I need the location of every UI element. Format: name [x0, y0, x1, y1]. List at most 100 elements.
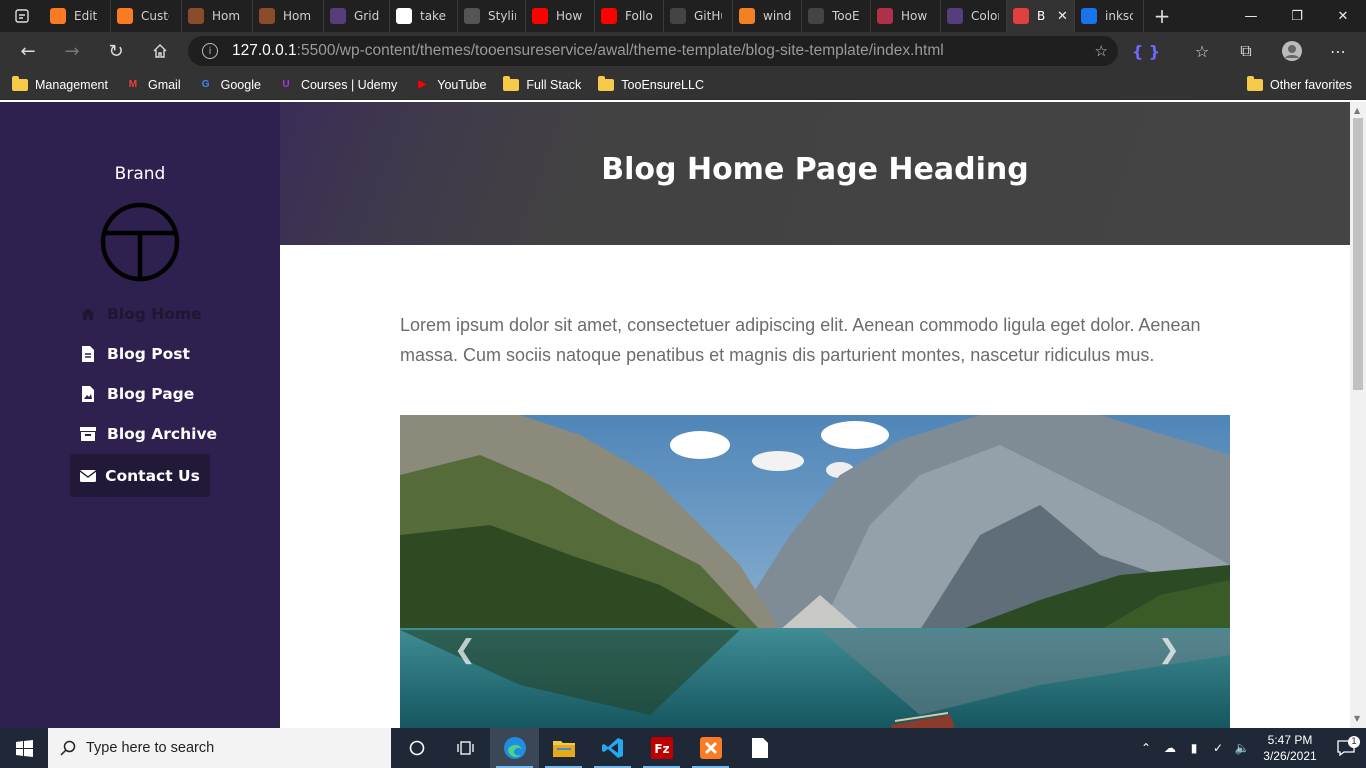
- battery-icon[interactable]: ▮: [1182, 741, 1206, 755]
- extension-icon[interactable]: { }: [1124, 32, 1168, 70]
- browser-tab[interactable]: Follo: [595, 0, 664, 32]
- tab-actions-menu-icon[interactable]: [0, 0, 44, 32]
- browser-tab[interactable]: Home: [182, 0, 253, 32]
- windows-logo-icon: [15, 739, 33, 757]
- forward-button[interactable]: →: [50, 32, 94, 70]
- onedrive-icon[interactable]: ☁: [1158, 741, 1182, 755]
- wifi-icon[interactable]: ✓: [1206, 741, 1230, 755]
- bookmarks-bar: Management M Gmail G Google U Courses | Udemy ▶…: [0, 70, 1366, 100]
- other-favorites-label: Other favorites: [1270, 77, 1352, 92]
- add-favorite-icon[interactable]: ☆: [1095, 42, 1108, 60]
- bookmark-item[interactable]: ▶ YouTube: [414, 77, 486, 93]
- youtube-icon: [532, 8, 548, 24]
- bookmark-item[interactable]: Management: [12, 75, 108, 93]
- back-button[interactable]: ←: [6, 32, 50, 70]
- sidebar-item-blog-post[interactable]: Blog Post: [80, 345, 190, 363]
- browser-tab[interactable]: GitHu: [664, 0, 733, 32]
- sidebar-item-label: Blog Archive: [107, 425, 218, 443]
- tab-label: Custo: [141, 9, 169, 23]
- favorites-icon[interactable]: ☆: [1180, 32, 1224, 70]
- start-button[interactable]: [0, 728, 48, 768]
- image-carousel[interactable]: ❮ ❯: [400, 415, 1230, 728]
- profile-avatar[interactable]: [1270, 32, 1314, 70]
- browser-tab[interactable]: windo: [733, 0, 802, 32]
- bookmark-item[interactable]: TooEnsureLLC: [598, 75, 704, 93]
- edge-taskbar-icon[interactable]: [490, 728, 539, 768]
- scrollbar-thumb[interactable]: [1353, 118, 1363, 390]
- more-menu-icon[interactable]: ⋯: [1316, 32, 1360, 70]
- browser-tab[interactable]: Colors: [941, 0, 1007, 32]
- bookmark-item[interactable]: U Courses | Udemy: [278, 77, 397, 93]
- brand-name[interactable]: Brand: [0, 164, 280, 184]
- browser-tab[interactable]: Grid s: [324, 0, 390, 32]
- bookmark-item[interactable]: M Gmail: [125, 77, 181, 93]
- browser-tab[interactable]: take s: [390, 0, 458, 32]
- collections-icon[interactable]: ⧉: [1224, 32, 1268, 70]
- other-favorites[interactable]: Other favorites: [1247, 75, 1352, 93]
- folder-icon: [1247, 75, 1264, 93]
- browser-tab[interactable]: How t: [871, 0, 941, 32]
- browser-tab[interactable]: TooEn: [802, 0, 871, 32]
- tab-label: Colors: [971, 9, 999, 23]
- scroll-down-icon[interactable]: ▼: [1354, 714, 1360, 723]
- refresh-button[interactable]: ↻: [94, 32, 138, 70]
- github-icon: [808, 8, 824, 24]
- taskbar-search[interactable]: Type here to search: [48, 728, 391, 768]
- browser-tab[interactable]: How t: [526, 0, 595, 32]
- address-url[interactable]: 127.0.0.1:5500/wp-content/themes/tooensu…: [232, 42, 944, 60]
- filezilla-icon[interactable]: Fz: [637, 728, 686, 768]
- site-info-icon[interactable]: i: [202, 43, 218, 59]
- tab-label: TooEn: [832, 9, 860, 23]
- cortana-icon[interactable]: [392, 728, 441, 768]
- notification-count-badge: 1: [1348, 736, 1360, 748]
- notification-center-icon[interactable]: 1: [1326, 736, 1366, 756]
- page-scrollbar[interactable]: ▲ ▼: [1350, 102, 1366, 728]
- sidebar-item-blog-page[interactable]: Blog Page: [80, 385, 194, 403]
- contact-us-button[interactable]: Contact Us: [70, 454, 210, 497]
- clock[interactable]: 5:47 PM 3/26/2021: [1254, 732, 1326, 764]
- browser-toolbar: ← → ↻ i 127.0.0.1:5500/wp-content/themes…: [0, 32, 1366, 70]
- carousel-landscape-image: [400, 415, 1230, 728]
- carousel-prev-icon[interactable]: ❮: [454, 635, 476, 665]
- browser-tab[interactable]: Edit P: [44, 0, 111, 32]
- notepad-icon[interactable]: [735, 728, 784, 768]
- tab-label: How t: [556, 9, 584, 23]
- scroll-up-icon[interactable]: ▲: [1354, 106, 1360, 115]
- home-button[interactable]: [138, 32, 182, 70]
- bootstrap-icon: [947, 8, 963, 24]
- bookmark-item[interactable]: G Google: [198, 77, 261, 93]
- xampp-taskbar-icon[interactable]: [686, 728, 735, 768]
- bookmark-item[interactable]: Full Stack: [503, 75, 581, 93]
- site-icon: [1013, 8, 1029, 24]
- page-header: Blog Home Page Heading: [280, 102, 1350, 245]
- browser-tab[interactable]: Custo: [111, 0, 182, 32]
- file-explorer-icon[interactable]: [539, 728, 588, 768]
- bookmark-label: Management: [35, 77, 108, 92]
- volume-icon[interactable]: 🔈: [1230, 741, 1254, 755]
- brand-logo-icon[interactable]: [100, 202, 180, 282]
- xampp-icon: [50, 8, 66, 24]
- browser-tab[interactable]: inksca: [1075, 0, 1144, 32]
- restore-button[interactable]: ❐: [1274, 0, 1320, 32]
- minimize-button[interactable]: —: [1228, 0, 1274, 32]
- udemy-icon: U: [282, 79, 290, 90]
- new-tab-button[interactable]: +: [1144, 0, 1180, 32]
- carousel-next-icon[interactable]: ❯: [1158, 635, 1180, 665]
- sidebar-item-blog-archive[interactable]: Blog Archive: [80, 425, 217, 443]
- browser-tab[interactable]: Stylin: [458, 0, 526, 32]
- address-bar[interactable]: i 127.0.0.1:5500/wp-content/themes/tooen…: [188, 36, 1118, 66]
- page-title: Blog Home Page Heading: [601, 152, 1029, 187]
- browser-tab[interactable]: Home: [253, 0, 324, 32]
- file-icon: [80, 346, 96, 362]
- close-window-button[interactable]: ✕: [1320, 0, 1366, 32]
- bing-icon: [1081, 8, 1097, 24]
- search-icon: [60, 740, 76, 756]
- task-view-icon[interactable]: [441, 728, 490, 768]
- chevron-up-icon[interactable]: ⌃: [1134, 741, 1158, 755]
- close-tab-icon[interactable]: ✕: [1057, 9, 1068, 24]
- clock-time: 5:47 PM: [1267, 733, 1313, 747]
- browser-tab[interactable]: B ✕: [1007, 0, 1075, 32]
- sidebar-item-blog-home[interactable]: Blog Home: [80, 305, 202, 323]
- tab-label: inksca: [1105, 9, 1133, 23]
- vscode-icon[interactable]: [588, 728, 637, 768]
